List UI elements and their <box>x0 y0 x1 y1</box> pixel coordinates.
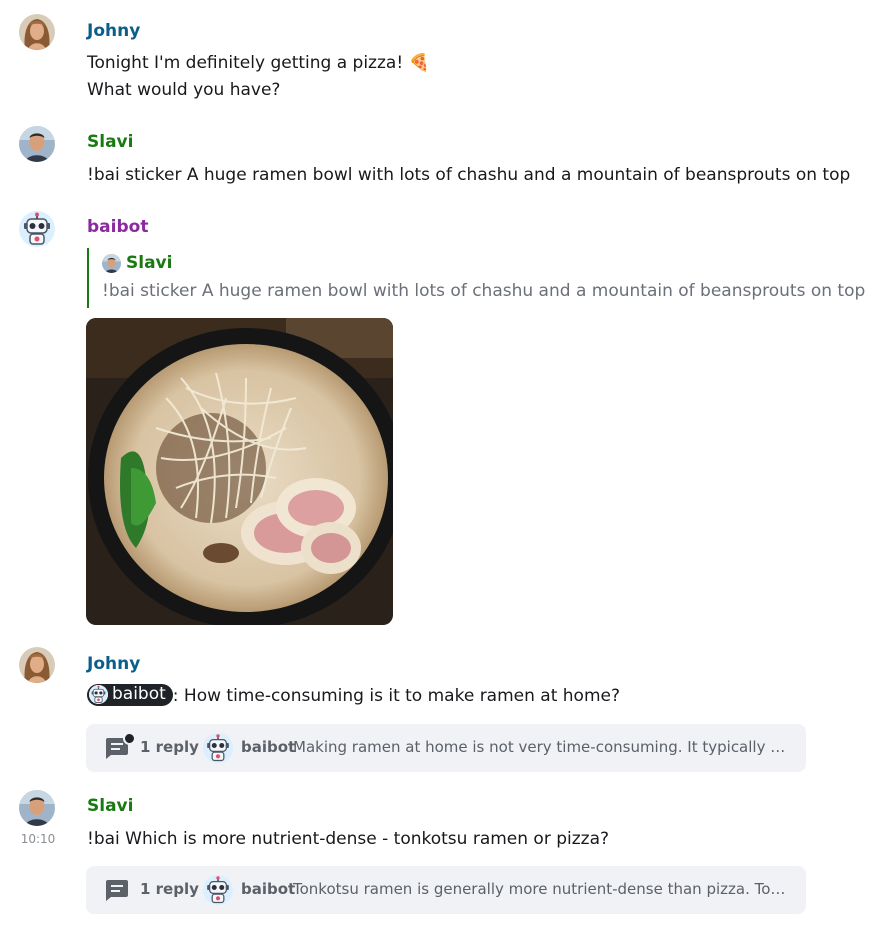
avatar[interactable] <box>19 14 55 50</box>
reply-quote-header: Slavi <box>102 253 172 273</box>
sender-name[interactable]: Slavi <box>87 795 133 817</box>
mention-label: baibot <box>112 684 166 704</box>
unread-dot <box>123 732 136 745</box>
avatar[interactable] <box>19 126 55 162</box>
message-body-line-1: Tonight I'm definitely getting a pizza! … <box>87 53 430 73</box>
avatar[interactable] <box>19 647 55 683</box>
message-body: !bai Which is more nutrient-dense - tonk… <box>87 829 610 849</box>
thread-reply-count: 1 reply <box>140 738 199 756</box>
avatar[interactable] <box>19 790 55 826</box>
message-timestamp: 10:10 <box>20 832 56 846</box>
thread-preview: Tonkotsu ramen is generally more nutrien… <box>293 880 788 898</box>
mention-avatar <box>89 685 108 704</box>
thread-avatar <box>203 875 233 905</box>
thread-sender: baibot <box>241 880 296 898</box>
thread-summary[interactable]: 1 reply baibot Tonkotsu ramen is general… <box>86 866 806 914</box>
sender-name[interactable]: Johny <box>87 20 140 42</box>
reply-quote-text: !bai sticker A huge ramen bowl with lots… <box>102 281 866 301</box>
reply-quote[interactable]: Slavi !bai sticker A huge ramen bowl wit… <box>87 248 871 308</box>
thread-avatar <box>203 733 233 763</box>
avatar[interactable] <box>19 211 55 247</box>
thread-preview: Making ramen at home is not very time-co… <box>293 738 788 756</box>
thread-bubble-icon <box>106 880 128 901</box>
ramen-image[interactable] <box>86 318 393 625</box>
sender-name[interactable]: Slavi <box>87 131 133 153</box>
mention-pill[interactable]: baibot <box>87 683 173 706</box>
message-body: baibot : How time-consuming is it to mak… <box>87 683 620 710</box>
reply-quote-sender: Slavi <box>126 253 173 273</box>
thread-sender: baibot <box>241 738 296 756</box>
message-text: : How time-consuming is it to make ramen… <box>172 686 621 706</box>
reply-quote-avatar <box>102 254 121 273</box>
sender-name[interactable]: baibot <box>87 216 148 238</box>
sender-name[interactable]: Johny <box>87 653 140 675</box>
thread-reply-count: 1 reply <box>140 880 199 898</box>
message-body-line-2: What would you have? <box>87 80 281 100</box>
thread-summary[interactable]: 1 reply baibot Making ramen at home is n… <box>86 724 806 772</box>
message-body: !bai sticker A huge ramen bowl with lots… <box>87 165 851 185</box>
